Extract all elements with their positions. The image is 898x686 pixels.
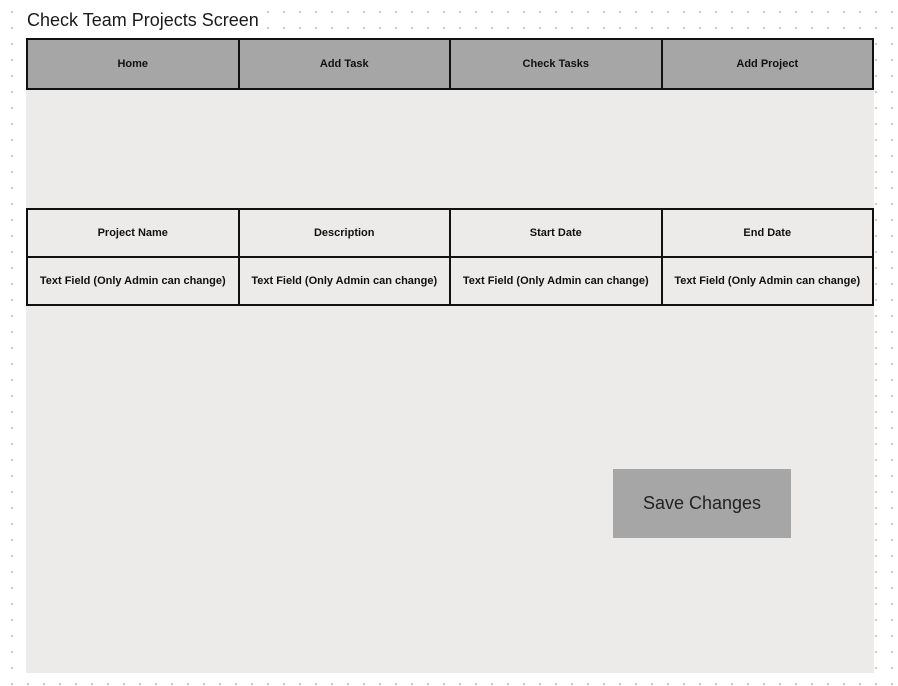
page-title: Check Team Projects Screen <box>27 9 263 31</box>
project-table: Project Name Description Start Date End … <box>26 208 874 306</box>
screen-canvas: Home Add Task Check Tasks Add Project Pr… <box>26 38 874 673</box>
nav-bar: Home Add Task Check Tasks Add Project <box>26 38 874 90</box>
nav-item-add-project[interactable]: Add Project <box>660 38 874 90</box>
nav-item-check-tasks[interactable]: Check Tasks <box>449 38 663 90</box>
save-changes-button[interactable]: Save Changes <box>613 469 791 538</box>
nav-item-add-task[interactable]: Add Task <box>237 38 451 90</box>
end-date-field[interactable]: Text Field (Only Admin can change) <box>660 256 874 306</box>
table-header-row: Project Name Description Start Date End … <box>26 208 874 258</box>
start-date-field[interactable]: Text Field (Only Admin can change) <box>449 256 663 306</box>
column-header-description: Description <box>237 208 451 258</box>
column-header-end-date: End Date <box>660 208 874 258</box>
table-row: Text Field (Only Admin can change) Text … <box>26 256 874 306</box>
column-header-project-name: Project Name <box>26 208 240 258</box>
project-name-field[interactable]: Text Field (Only Admin can change) <box>26 256 240 306</box>
description-field[interactable]: Text Field (Only Admin can change) <box>237 256 451 306</box>
column-header-start-date: Start Date <box>449 208 663 258</box>
nav-item-home[interactable]: Home <box>26 38 240 90</box>
